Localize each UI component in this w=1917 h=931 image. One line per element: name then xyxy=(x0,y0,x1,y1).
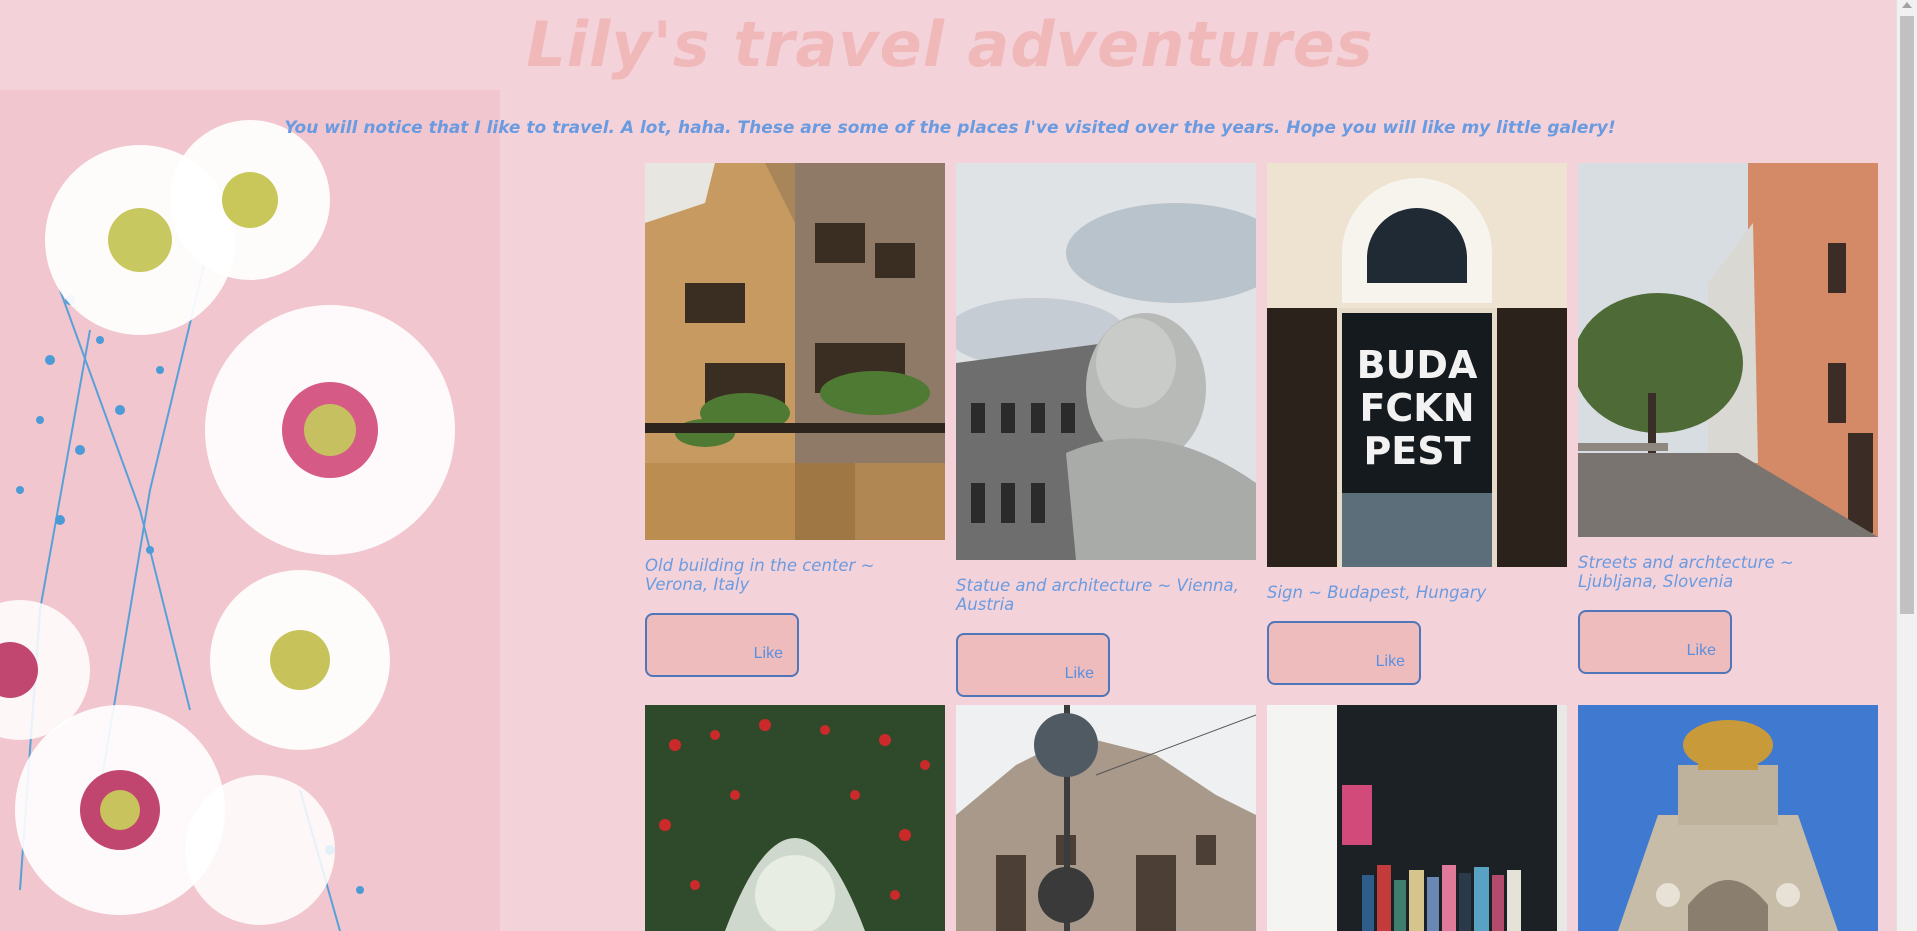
gallery-card: Streets and archtecture ~ Ljubljana, Slo… xyxy=(1578,163,1878,674)
photo-caption: Old building in the center ~ Verona, Ita… xyxy=(645,556,875,594)
like-button-label: Like xyxy=(1064,665,1094,682)
page-title: Lily's travel adventures xyxy=(526,8,1374,81)
photo-caption: Statue and architecture ~ Vienna, Austri… xyxy=(956,576,1239,614)
rose-arch-photo xyxy=(645,705,945,931)
vienna-statue-photo xyxy=(956,163,1256,560)
page-subtitle: You will notice that I like to travel. A… xyxy=(284,118,1616,138)
gallery-card: BUDA FCKN PEST Sign ~ Budapest, Hungary … xyxy=(1267,163,1567,685)
like-button-label: Like xyxy=(753,645,783,662)
like-button[interactable]: Like xyxy=(956,633,1110,697)
photo-caption: Streets and archtecture ~ Ljubljana, Slo… xyxy=(1578,553,1794,591)
gallery-card: Statue and architecture ~ Vienna, Austri… xyxy=(956,163,1256,697)
gallery-card xyxy=(645,705,945,931)
like-button[interactable]: Like xyxy=(645,613,799,677)
prague-building-photo xyxy=(956,705,1256,931)
scrollbar-thumb[interactable] xyxy=(1900,16,1914,614)
sign-text-line: BUDA xyxy=(1357,343,1478,387)
scroll-up-arrow-icon[interactable] xyxy=(1902,2,1912,8)
budapest-sign-photo: BUDA FCKN PEST xyxy=(1267,163,1567,567)
gallery-card xyxy=(1267,705,1567,931)
like-button-label: Like xyxy=(1375,653,1405,670)
sign-text-line: PEST xyxy=(1363,429,1470,473)
page: Lily's travel adventures You will notice… xyxy=(0,0,1897,931)
bookshop-window-photo xyxy=(1267,705,1567,931)
sign-text-line: FCKN xyxy=(1359,386,1474,430)
photo-caption: Sign ~ Budapest, Hungary xyxy=(1267,583,1487,602)
like-button[interactable]: Like xyxy=(1267,621,1421,685)
ljubljana-street-photo xyxy=(1578,163,1878,537)
fountain-photo xyxy=(1578,705,1878,931)
verona-building-photo xyxy=(645,163,945,540)
gallery-card xyxy=(1578,705,1878,931)
like-button[interactable]: Like xyxy=(1578,610,1732,674)
flower-background-image xyxy=(0,90,500,931)
gallery-card xyxy=(956,705,1256,931)
gallery-card: Old building in the center ~ Verona, Ita… xyxy=(645,163,945,677)
vertical-scrollbar[interactable] xyxy=(1896,0,1917,931)
like-button-label: Like xyxy=(1686,642,1716,659)
